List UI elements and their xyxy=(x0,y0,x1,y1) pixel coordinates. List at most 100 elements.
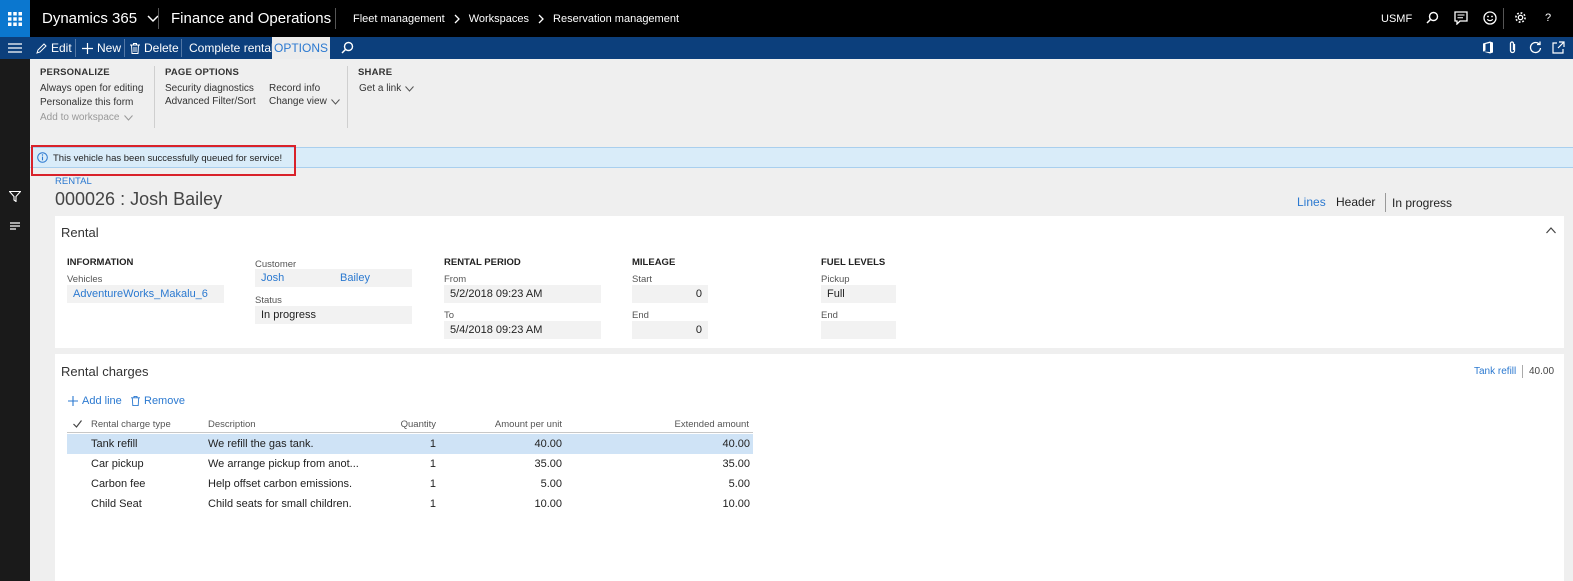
column-header-quantity[interactable]: Quantity xyxy=(376,419,436,430)
column-header-extended-amount[interactable]: Extended amount xyxy=(620,419,749,430)
left-navigation-rail xyxy=(0,59,30,581)
remove-button[interactable]: Remove xyxy=(131,395,185,407)
table-row[interactable]: Carbon fee Help offset carbon emissions.… xyxy=(67,474,753,494)
cell-quantity[interactable]: 1 xyxy=(376,474,436,494)
chevron-right-icon xyxy=(454,14,460,24)
waffle-icon xyxy=(8,11,22,26)
to-field[interactable]: 5/4/2018 09:23 AM xyxy=(444,321,601,339)
collapse-button[interactable] xyxy=(1546,227,1556,234)
column-header-amount-per-unit[interactable]: Amount per unit xyxy=(452,419,562,430)
pencil-icon xyxy=(36,42,47,54)
fuel-levels-group-header: FUEL LEVELS xyxy=(821,257,886,268)
mileage-end-field[interactable]: 0 xyxy=(632,321,708,339)
grid-header-divider xyxy=(67,432,753,433)
navigation-menu-button[interactable] xyxy=(0,37,30,59)
cell-description[interactable]: We arrange pickup from anot... xyxy=(208,454,358,474)
rental-charges-fasttab-header[interactable]: Rental charges xyxy=(61,364,148,379)
popout-button[interactable] xyxy=(1552,41,1565,54)
delete-label: Delete xyxy=(144,41,179,55)
customer-first-name[interactable]: Josh xyxy=(261,272,340,284)
header-view-button[interactable]: Header xyxy=(1336,195,1375,209)
cell-description[interactable]: Help offset carbon emissions. xyxy=(208,474,358,494)
cell-charge-type[interactable]: Tank refill xyxy=(91,434,137,454)
cell-amount-per-unit[interactable]: 40.00 xyxy=(452,434,562,454)
search-button[interactable] xyxy=(1426,11,1439,24)
customer-field[interactable]: Josh Bailey xyxy=(255,269,412,287)
advanced-filter-sort-button[interactable]: Advanced Filter/Sort xyxy=(165,96,256,107)
feedback-button[interactable] xyxy=(1483,11,1497,25)
action-search-button[interactable] xyxy=(341,41,354,54)
add-line-button[interactable]: Add line xyxy=(68,395,122,407)
always-open-for-editing-button[interactable]: Always open for editing xyxy=(40,83,143,94)
table-row[interactable]: Child Seat Child seats for small childre… xyxy=(67,494,753,514)
cell-amount-per-unit[interactable]: 35.00 xyxy=(452,454,562,474)
rental-fasttab-header[interactable]: Rental xyxy=(61,225,99,240)
cell-amount-per-unit[interactable]: 5.00 xyxy=(452,474,562,494)
personalize-form-button[interactable]: Personalize this form xyxy=(40,97,133,108)
lines-view-button[interactable]: Lines xyxy=(1297,195,1326,209)
cell-description[interactable]: Child seats for small children. xyxy=(208,494,358,514)
tab-options[interactable]: OPTIONS xyxy=(272,37,330,59)
cell-extended-amount[interactable]: 5.00 xyxy=(620,474,750,494)
cell-charge-type[interactable]: Car pickup xyxy=(91,454,144,474)
office-button[interactable] xyxy=(1482,41,1494,54)
table-row[interactable]: Car pickup We arrange pickup from anot..… xyxy=(67,454,753,474)
information-group-header: INFORMATION xyxy=(67,257,134,268)
module-name[interactable]: Finance and Operations xyxy=(171,10,331,27)
plus-icon xyxy=(82,42,93,54)
cell-charge-type[interactable]: Child Seat xyxy=(91,494,142,514)
new-button[interactable]: New xyxy=(82,37,121,59)
app-launcher-button[interactable] xyxy=(0,0,30,37)
complete-rental-button[interactable]: Complete rental xyxy=(189,37,274,59)
column-header-charge-type[interactable]: Rental charge type xyxy=(91,419,171,430)
company-picker[interactable]: USMF xyxy=(1381,13,1412,25)
cell-quantity[interactable]: 1 xyxy=(376,454,436,474)
get-a-link-button[interactable]: Get a link xyxy=(359,83,415,94)
fuel-pickup-field[interactable]: Full xyxy=(821,285,896,303)
cell-extended-amount[interactable]: 40.00 xyxy=(620,434,750,454)
mileage-start-field[interactable]: 0 xyxy=(632,285,708,303)
attach-button[interactable] xyxy=(1508,41,1517,54)
help-button[interactable]: ? xyxy=(1545,12,1551,24)
messages-button[interactable] xyxy=(1454,11,1468,25)
breadcrumb-item[interactable]: Fleet management xyxy=(353,13,445,25)
app-switcher[interactable]: Dynamics 365 xyxy=(42,10,159,27)
checkmark-icon xyxy=(73,420,82,428)
cell-charge-type[interactable]: Carbon fee xyxy=(91,474,145,494)
edit-label: Edit xyxy=(51,41,72,55)
refresh-icon xyxy=(1529,41,1542,54)
highlight-box xyxy=(31,145,296,176)
change-view-label: Change view xyxy=(269,96,327,107)
fuel-end-field[interactable] xyxy=(821,321,896,339)
app-name: Dynamics 365 xyxy=(42,10,138,27)
cell-amount-per-unit[interactable]: 10.00 xyxy=(452,494,562,514)
delete-button[interactable]: Delete xyxy=(130,37,179,59)
edit-button[interactable]: Edit xyxy=(36,37,72,59)
customer-last-name[interactable]: Bailey xyxy=(340,272,370,284)
list-pane-button[interactable] xyxy=(10,222,20,230)
cell-quantity[interactable]: 1 xyxy=(376,434,436,454)
vehicles-label: Vehicles xyxy=(67,274,103,285)
record-info-button[interactable]: Record info xyxy=(269,83,320,94)
refresh-button[interactable] xyxy=(1529,41,1542,54)
chat-icon xyxy=(1454,11,1468,25)
from-field[interactable]: 5/2/2018 09:23 AM xyxy=(444,285,601,303)
security-diagnostics-button[interactable]: Security diagnostics xyxy=(165,83,254,94)
breadcrumb-item[interactable]: Workspaces xyxy=(469,13,529,25)
table-row[interactable]: Tank refill We refill the gas tank. 1 40… xyxy=(67,434,753,454)
breadcrumb-item[interactable]: Reservation management xyxy=(553,13,679,25)
chevron-down-icon xyxy=(405,85,415,92)
column-header-description[interactable]: Description xyxy=(208,419,256,430)
popout-icon xyxy=(1552,41,1565,54)
add-to-workspace-button[interactable]: Add to workspace xyxy=(40,112,133,123)
cell-quantity[interactable]: 1 xyxy=(376,494,436,514)
cell-extended-amount[interactable]: 35.00 xyxy=(620,454,750,474)
cell-description[interactable]: We refill the gas tank. xyxy=(208,434,358,454)
settings-button[interactable] xyxy=(1514,11,1527,24)
select-all-checkbox[interactable] xyxy=(73,420,82,428)
vehicles-field[interactable]: AdventureWorks_Makalu_6 xyxy=(67,285,224,303)
filter-pane-button[interactable] xyxy=(9,191,21,202)
change-view-button[interactable]: Change view xyxy=(269,96,340,107)
cell-extended-amount[interactable]: 10.00 xyxy=(620,494,750,514)
charges-summary-value: 40.00 xyxy=(1529,366,1555,377)
